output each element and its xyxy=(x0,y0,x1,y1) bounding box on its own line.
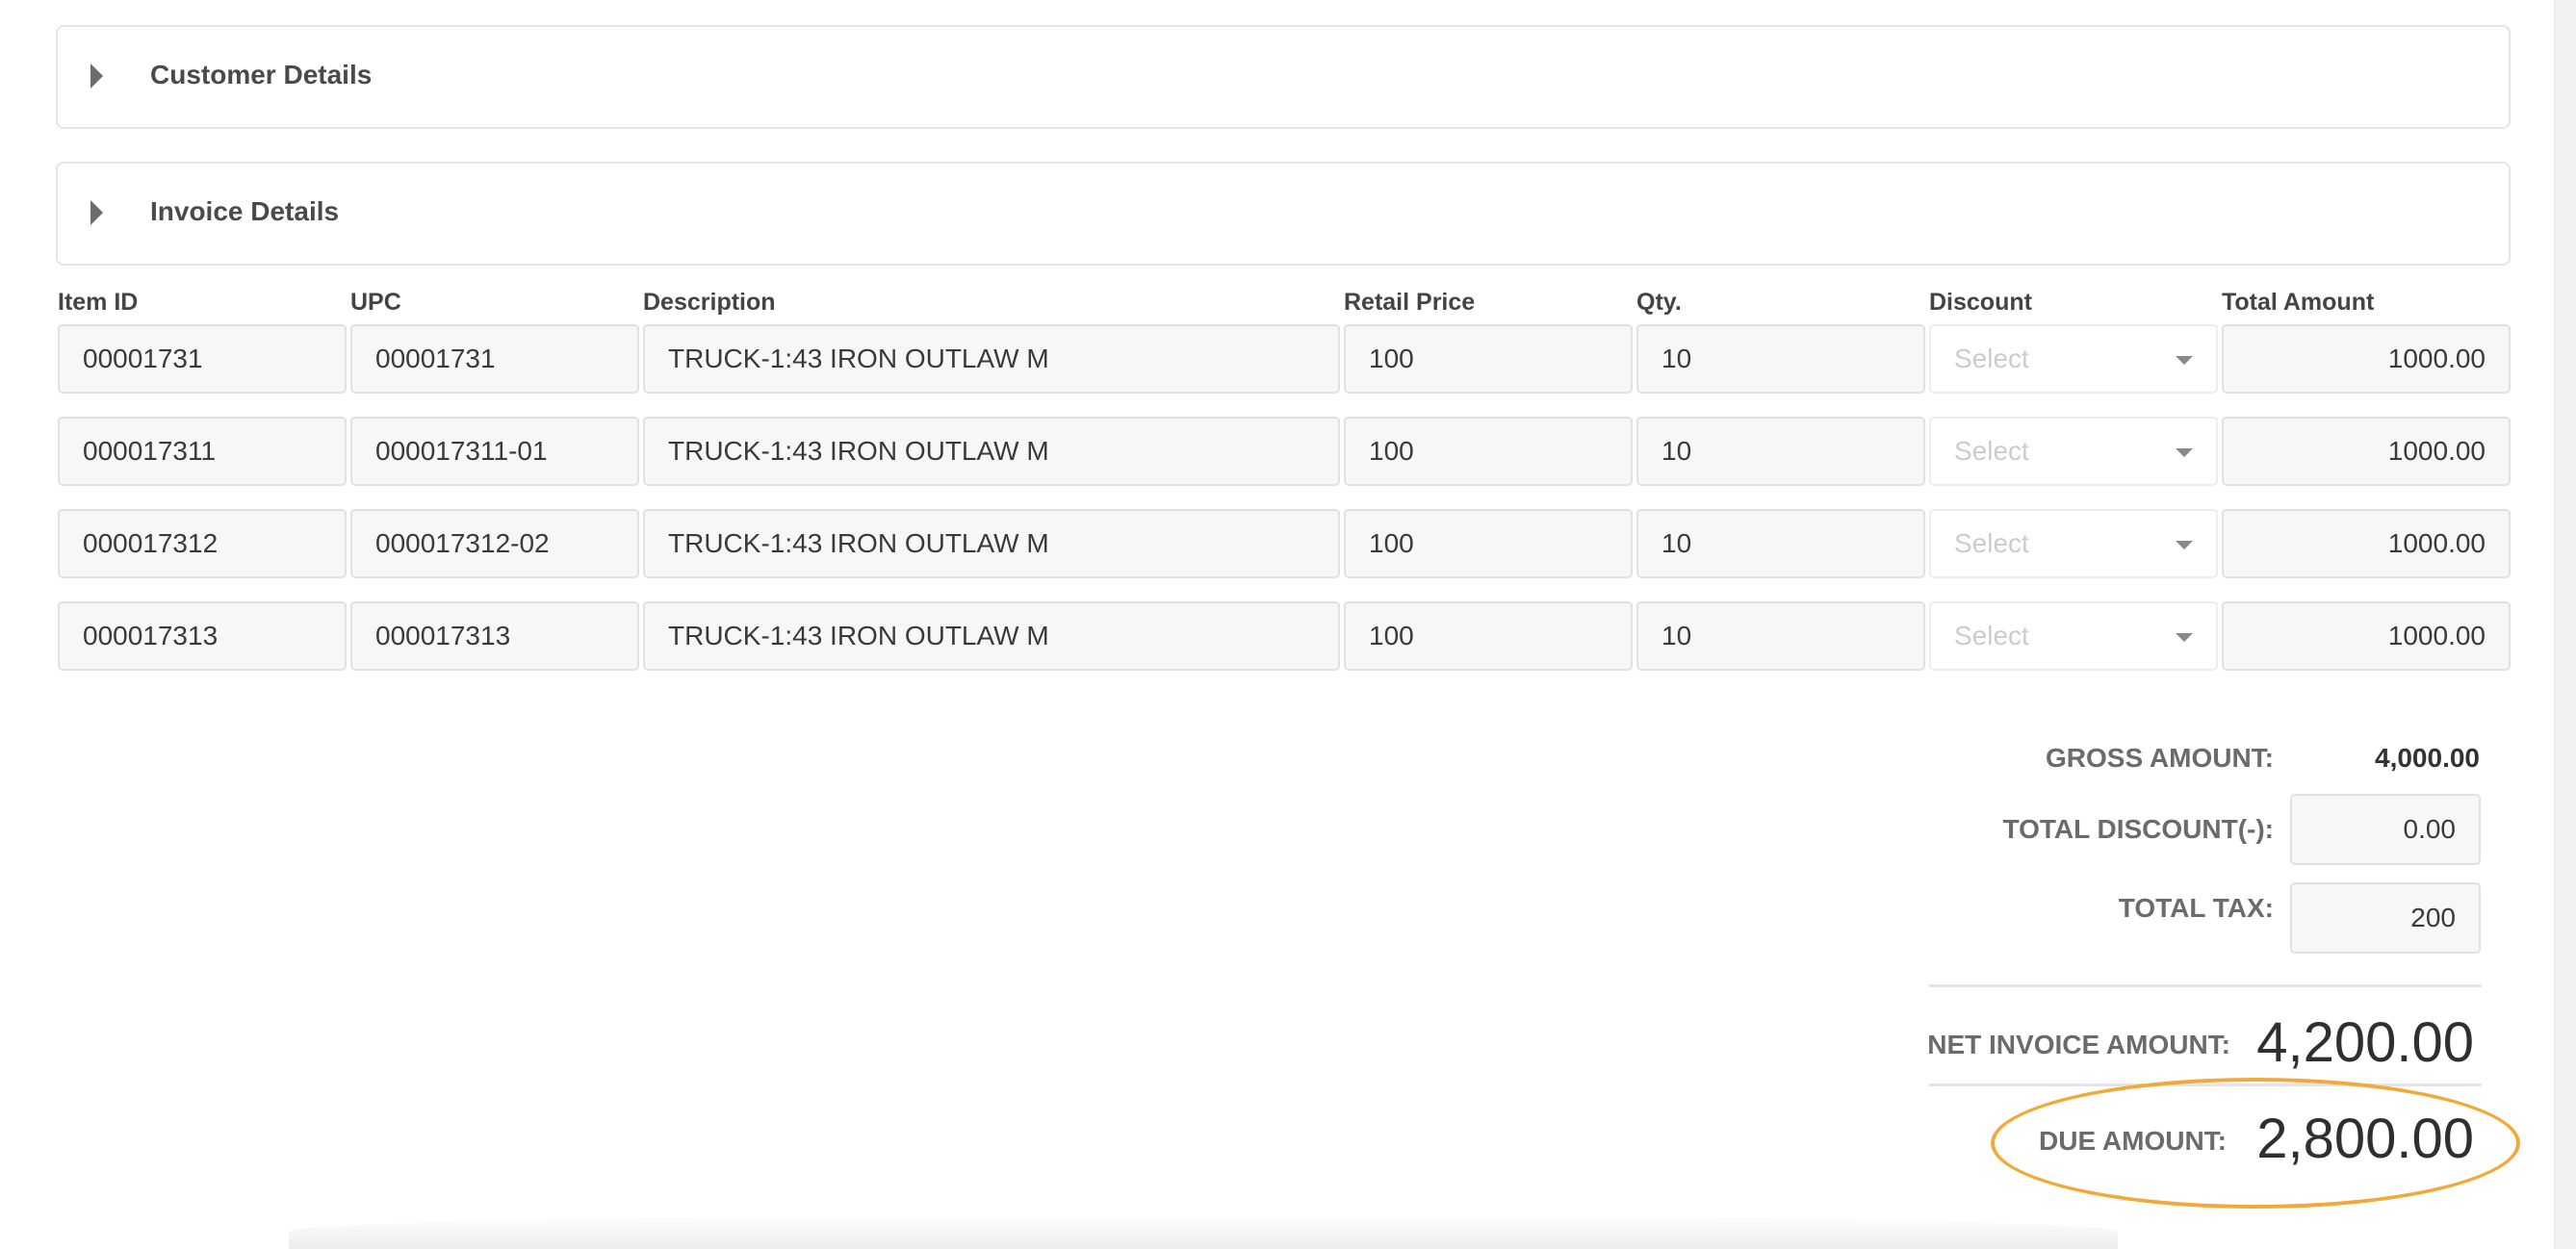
description-field[interactable]: TRUCK-1:43 IRON OUTLAW M xyxy=(643,509,1340,578)
qty-field[interactable]: 10 xyxy=(1636,417,1925,486)
upc-field[interactable]: 000017311-01 xyxy=(350,417,639,486)
total-amount-field[interactable]: 1000.00 xyxy=(2222,509,2511,578)
description-field[interactable]: TRUCK-1:43 IRON OUTLAW M xyxy=(643,601,1340,671)
discount-select-value: Select xyxy=(1954,436,2029,466)
caret-right-icon[interactable] xyxy=(90,64,103,89)
bottom-shadow xyxy=(289,1214,2118,1249)
discount-select-value: Select xyxy=(1954,621,2029,650)
upc-field[interactable]: 000017312-02 xyxy=(350,509,639,578)
item-id-field[interactable]: 00001731 xyxy=(58,324,347,394)
qty-field[interactable]: 10 xyxy=(1636,324,1925,394)
total-discount-label: TOTAL DISCOUNT(-): xyxy=(2002,814,2274,844)
discount-select-value: Select xyxy=(1954,528,2029,558)
invoice-details-title: Invoice Details xyxy=(150,196,340,226)
total-tax-label: TOTAL TAX: xyxy=(2118,893,2274,923)
total-amount-field[interactable]: 1000.00 xyxy=(2222,324,2511,394)
qty-field[interactable]: 10 xyxy=(1636,601,1925,671)
retail-price-field[interactable]: 100 xyxy=(1344,601,1633,671)
gross-amount-value: 4,000.00 xyxy=(2375,743,2480,773)
upc-field[interactable]: 00001731 xyxy=(350,324,639,394)
column-header-discount: Discount xyxy=(1929,289,2032,316)
net-invoice-amount-label: NET INVOICE AMOUNT: xyxy=(1927,1030,2230,1059)
discount-select[interactable]: Select xyxy=(1929,417,2218,486)
summary-divider xyxy=(1929,984,2482,987)
invoice-details-panel[interactable]: Invoice Details xyxy=(56,162,2511,266)
scrollbar[interactable] xyxy=(2554,0,2576,1249)
column-header-qty: Qty. xyxy=(1636,289,1682,316)
total-amount-field[interactable]: 1000.00 xyxy=(2222,417,2511,486)
description-field[interactable]: TRUCK-1:43 IRON OUTLAW M xyxy=(643,417,1340,486)
gross-amount-label: GROSS AMOUNT: xyxy=(2046,743,2274,773)
column-header-description: Description xyxy=(643,289,776,316)
caret-right-icon[interactable] xyxy=(90,200,103,225)
total-tax-field[interactable]: 200 xyxy=(2290,882,2481,954)
total-amount-field[interactable]: 1000.00 xyxy=(2222,601,2511,671)
column-header-total-amount: Total Amount xyxy=(2222,289,2375,316)
upc-field[interactable]: 000017313 xyxy=(350,601,639,671)
caret-down-icon xyxy=(2176,448,2193,457)
item-id-field[interactable]: 000017312 xyxy=(58,509,347,578)
column-header-upc: UPC xyxy=(350,289,401,316)
total-discount-field[interactable]: 0.00 xyxy=(2290,794,2481,865)
customer-details-title: Customer Details xyxy=(150,60,373,89)
retail-price-field[interactable]: 100 xyxy=(1344,324,1633,394)
item-id-field[interactable]: 000017313 xyxy=(58,601,347,671)
qty-field[interactable]: 10 xyxy=(1636,509,1925,578)
net-invoice-amount-value: 4,200.00 xyxy=(2256,1011,2474,1074)
caret-down-icon xyxy=(2176,541,2193,549)
caret-down-icon xyxy=(2176,633,2193,642)
due-amount-label: DUE AMOUNT: xyxy=(2039,1126,2227,1156)
column-header-item-id: Item ID xyxy=(58,289,139,316)
retail-price-field[interactable]: 100 xyxy=(1344,417,1633,486)
discount-select-value: Select xyxy=(1954,344,2029,373)
customer-details-panel[interactable]: Customer Details xyxy=(56,25,2511,129)
item-id-field[interactable]: 000017311 xyxy=(58,417,347,486)
retail-price-field[interactable]: 100 xyxy=(1344,509,1633,578)
discount-select[interactable]: Select xyxy=(1929,509,2218,578)
discount-select[interactable]: Select xyxy=(1929,601,2218,671)
column-header-retail-price: Retail Price xyxy=(1344,289,1476,316)
due-amount-value: 2,800.00 xyxy=(2256,1108,2474,1170)
discount-select[interactable]: Select xyxy=(1929,324,2218,394)
caret-down-icon xyxy=(2176,356,2193,365)
description-field[interactable]: TRUCK-1:43 IRON OUTLAW M xyxy=(643,324,1340,394)
